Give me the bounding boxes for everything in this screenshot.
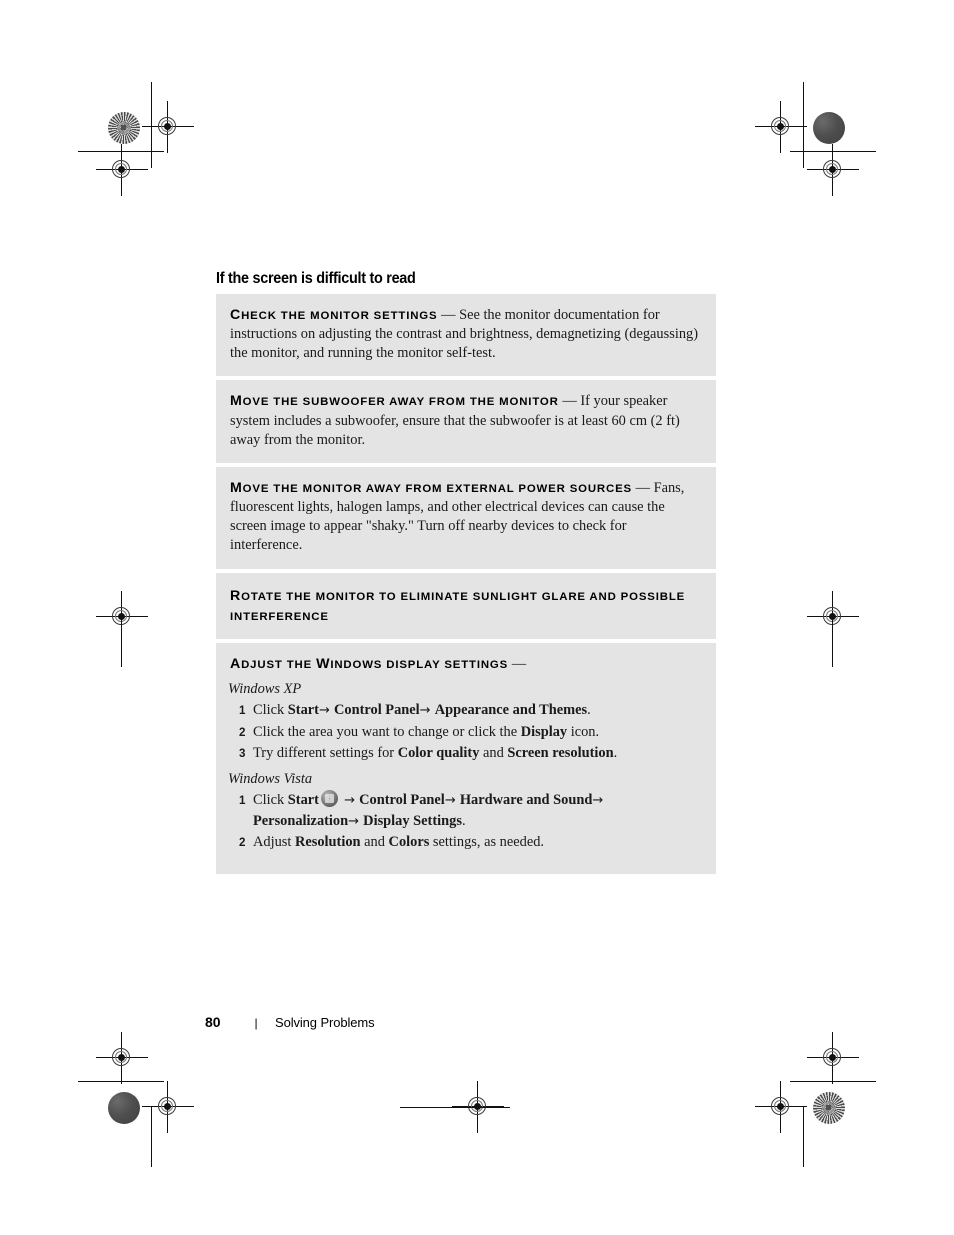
step-text: Click xyxy=(253,791,288,808)
footer-page-number: 80 xyxy=(205,1014,221,1030)
step-text: Click the area you want to change or cli… xyxy=(253,723,521,740)
step-text: → xyxy=(592,792,604,808)
os-group-windows-xp: Windows XP 1 Click Start→ Control Panel→ … xyxy=(225,681,702,764)
step-text: → xyxy=(318,703,334,719)
step-text: → xyxy=(444,792,460,808)
step-text: Adjust xyxy=(253,834,295,851)
tip-title: CHECK THE MONITOR SETTINGS xyxy=(230,307,438,323)
troubleshooting-tip-list: CHECK THE MONITOR SETTINGS — See the mon… xyxy=(216,294,716,874)
tip-dash: — xyxy=(511,656,527,673)
ui-term: Color quality xyxy=(397,745,480,762)
tip-panel-adjust-windows-display-settings: ADJUST THE WINDOWS DISPLAY SETTINGS — Wi… xyxy=(216,643,716,874)
os-label: Windows XP xyxy=(228,681,302,698)
step-number: 1 xyxy=(239,704,246,718)
step-item: 1 Click Start→ Control Panel→ Appearance … xyxy=(225,700,702,721)
step-text: Click xyxy=(253,702,288,719)
ui-term: Control Panel xyxy=(333,702,420,719)
ui-term: Display xyxy=(520,723,568,740)
step-list-windows-vista: 1 Click Start → Control Panel→ Hardware a… xyxy=(225,789,702,853)
step-item: 2 Click the area you want to change or cl… xyxy=(225,722,702,743)
step-text: and xyxy=(479,745,508,762)
footer-separator: | xyxy=(254,1016,258,1030)
os-label: Windows Vista xyxy=(228,770,313,787)
step-number: 3 xyxy=(239,747,246,761)
ui-term: Personalization xyxy=(253,812,349,829)
ui-term: Colors xyxy=(388,834,430,851)
step-item: 1 Click Start → Control Panel→ Hardware a… xyxy=(225,789,702,831)
step-text: . xyxy=(587,702,591,719)
tip-dash: — xyxy=(441,307,456,323)
step-text: and xyxy=(360,834,389,851)
tip-dash: — xyxy=(635,479,650,496)
step-number: 2 xyxy=(239,725,246,739)
step-item: 3 Try different settings for Color qualit… xyxy=(225,743,702,764)
os-group-windows-vista: Windows Vista 1 Click Start → Control Pan… xyxy=(225,771,702,853)
tip-text: ROTATE THE MONITOR TO ELIMINATE SUNLIGHT… xyxy=(225,585,702,626)
ui-term: Control Panel xyxy=(359,791,445,808)
step-text: . xyxy=(613,745,618,762)
ui-term: Start xyxy=(287,791,319,808)
tip-title: ROTATE THE MONITOR TO ELIMINATE SUNLIGHT… xyxy=(230,587,686,623)
tip-title: ADJUST THE WINDOWS DISPLAY SETTINGS xyxy=(230,656,509,673)
tip-title: MOVE THE SUBWOOFER AWAY FROM THE MONITOR xyxy=(230,393,559,410)
step-text: Try different settings for xyxy=(253,745,398,762)
step-text: → xyxy=(339,792,360,808)
step-text: . xyxy=(461,812,466,829)
step-list-windows-xp: 1 Click Start→ Control Panel→ Appearance … xyxy=(225,700,702,764)
tip-text: MOVE THE SUBWOOFER AWAY FROM THE MONITOR… xyxy=(230,392,702,449)
ui-term: Screen resolution xyxy=(507,745,614,762)
manual-page-content: If the screen is difficult to read CHECK… xyxy=(0,0,954,1235)
ui-term: Hardware and Sound xyxy=(459,791,593,808)
step-item: 2 Adjust Resolution and Colors settings, … xyxy=(225,832,702,853)
step-text: settings, as needed. xyxy=(429,834,545,851)
page-title: If the screen is difficult to read xyxy=(216,269,416,287)
ui-term: Display Settings xyxy=(363,812,462,829)
step-number: 2 xyxy=(239,836,246,850)
step-text: → xyxy=(348,813,364,829)
tip-panel-rotate-monitor: ROTATE THE MONITOR TO ELIMINATE SUNLIGHT… xyxy=(216,572,716,640)
ui-term: Start xyxy=(287,702,319,719)
windows-start-orb-icon xyxy=(320,789,338,807)
footer-section-name: Solving Problems xyxy=(275,1015,375,1030)
page-footer: 80 | Solving Problems xyxy=(205,1014,375,1030)
step-text: → xyxy=(419,703,435,719)
tip-text: ADJUST THE WINDOWS DISPLAY SETTINGS — xyxy=(225,655,702,674)
tip-text: MOVE THE MONITOR AWAY FROM EXTERNAL POWE… xyxy=(230,479,702,556)
tip-text: CHECK THE MONITOR SETTINGS — See the mon… xyxy=(230,306,702,363)
tip-title: MOVE THE MONITOR AWAY FROM EXTERNAL POWE… xyxy=(230,479,632,496)
step-text: icon. xyxy=(567,723,600,740)
tip-panel-move-subwoofer: MOVE THE SUBWOOFER AWAY FROM THE MONITOR… xyxy=(216,380,716,463)
tip-dash: — xyxy=(562,393,577,410)
ui-term: Appearance and Themes xyxy=(434,702,588,719)
step-number: 1 xyxy=(239,793,246,807)
ui-term: Resolution xyxy=(294,834,361,851)
tip-panel-move-monitor-power-sources: MOVE THE MONITOR AWAY FROM EXTERNAL POWE… xyxy=(216,466,716,569)
tip-panel-check-monitor-settings: CHECK THE MONITOR SETTINGS — See the mon… xyxy=(216,294,716,377)
